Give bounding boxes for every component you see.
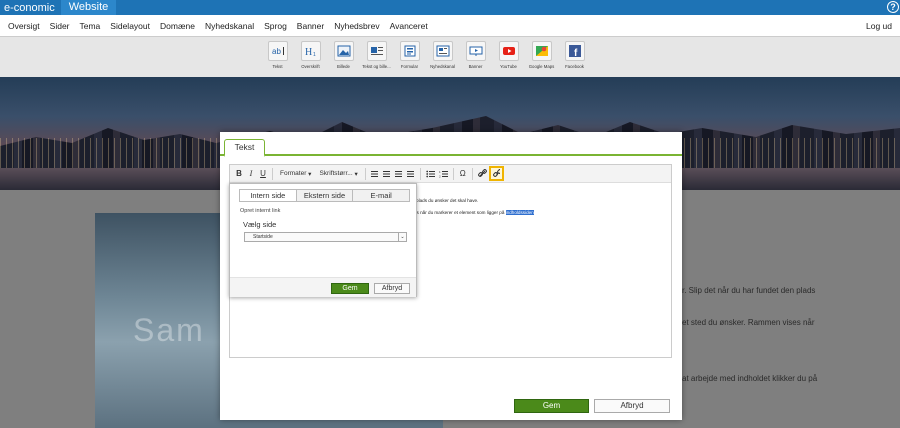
align-center-icon[interactable] [381,167,393,181]
align-justify-icon[interactable] [405,167,417,181]
insert-link-popup: Intern side Ekstern side E-mail Opret in… [229,183,417,297]
help-icon[interactable]: ? [887,1,899,13]
svg-text:H: H [305,47,312,57]
text-icon: ab [267,41,288,61]
tab-tekst[interactable]: Tekst [224,139,265,157]
bullet-list-icon[interactable] [424,167,437,181]
link-type-tabs: Intern side Ekstern side E-mail [239,189,410,202]
link-save-button[interactable]: Gem [331,283,369,294]
text-image-icon [366,41,387,61]
menu-item-sider[interactable]: Sider [45,21,75,31]
editor-toolbar: B I U Formater ▾ Skriftstørr... ▾ 12 Ω [230,165,671,183]
unlink-icon[interactable] [476,167,489,181]
widget-text[interactable]: ab Tekst [262,41,293,74]
align-left-icon[interactable] [369,167,381,181]
widget-banner[interactable]: Banner [460,41,491,74]
brand-logo[interactable]: e-conomic [0,2,61,14]
google-maps-icon [531,41,552,61]
save-button[interactable]: Gem [514,399,589,413]
formats-dropdown[interactable]: Formater ▾ [276,167,315,181]
link-cancel-button[interactable]: Afbryd [374,283,410,294]
menu-item-oversigt[interactable]: Oversigt [0,21,45,31]
menu-item-tema[interactable]: Tema [75,21,106,31]
widget-google-maps[interactable]: Google Maps [526,41,557,74]
facebook-icon: f [564,41,585,61]
page-select[interactable]: Startside ⌄ [244,232,407,242]
heading-icon: H1 [300,41,321,61]
widget-form[interactable]: Formular [394,41,425,74]
widget-text-image[interactable]: Tekst og bille... [361,41,392,74]
top-bar: e-conomic Website ? [0,0,900,15]
menu-item-nyhedskanal[interactable]: Nyhedskanal [200,21,259,31]
popup-footer: Gem Afbryd [230,277,416,297]
tab-intern-side[interactable]: Intern side [240,190,297,201]
bold-button[interactable]: B [233,167,245,181]
logout-link[interactable]: Log ud [866,21,892,31]
menu-item-sidelayout[interactable]: Sidelayout [105,21,155,31]
widget-facebook[interactable]: f Facebook [559,41,590,74]
menu-item-sprog[interactable]: Sprog [259,21,292,31]
select-page-label: Vælg side [243,220,277,229]
image-icon [333,41,354,61]
form-icon [399,41,420,61]
link-icon[interactable] [488,166,504,181]
svg-text:1: 1 [439,170,441,174]
widget-toolbar: ab Tekst H1 Overskrift Billede Tekst og … [0,37,900,77]
menu-item-domaene[interactable]: Domæne [155,21,200,31]
newsfeed-icon [432,41,453,61]
align-right-icon[interactable] [393,167,405,181]
underline-button[interactable]: U [257,167,269,181]
italic-button[interactable]: I [245,167,257,181]
website-tab[interactable]: Website [60,0,117,15]
menu-item-avanceret[interactable]: Avanceret [385,21,433,31]
svg-text:ab: ab [272,47,281,56]
content-text-line: r. Slip det når du har fundet den plads [682,286,816,295]
photo-overlay-text: Sam [133,312,205,348]
svg-text:2: 2 [439,174,441,178]
chevron-down-icon: ⌄ [398,233,406,241]
menu-item-nyhedsbrev[interactable]: Nyhedsbrev [329,21,384,31]
font-size-dropdown[interactable]: Skriftstørr... ▾ [315,167,361,181]
youtube-icon [498,41,519,61]
tab-ekstern-side[interactable]: Ekstern side [296,190,354,201]
menu-item-banner[interactable]: Banner [292,21,329,31]
svg-text:1: 1 [313,52,316,57]
editor-text-line: en vises når du markerer et element som … [402,210,534,215]
cancel-button[interactable]: Afbryd [594,399,670,413]
popup-title: Opret internt link [240,208,281,214]
content-text-line: at arbejde med indholdet klikker du på [682,374,818,383]
selected-text: indholdssiden [505,210,534,215]
dialog-tab-strip: Tekst [220,132,682,157]
widget-heading[interactable]: H1 Overskrift [295,41,326,74]
special-character-icon[interactable]: Ω [457,167,469,181]
content-text-line: et sted du ønsker. Rammen vises når [682,318,815,327]
widget-newsfeed[interactable]: Nyhedskanal [427,41,458,74]
main-menu: Oversigt Sider Tema Sidelayout Domæne Ny… [0,15,900,37]
tab-email[interactable]: E-mail [353,190,410,201]
widget-youtube[interactable]: YouTube [493,41,524,74]
numbered-list-icon[interactable]: 12 [437,167,450,181]
widget-image[interactable]: Billede [328,41,359,74]
banner-icon [465,41,486,61]
